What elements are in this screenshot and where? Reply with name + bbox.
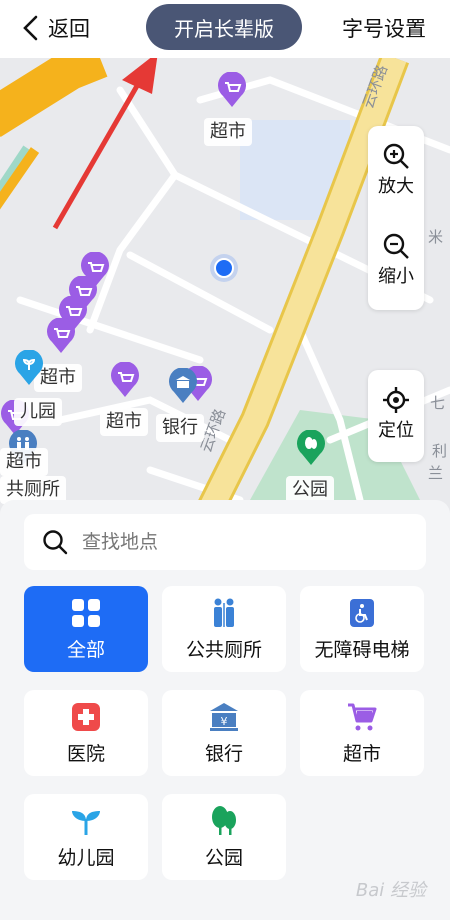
hospital-icon (72, 702, 100, 731)
bottom-panel: 全部 公共厕所 无障碍电梯 医院 ¥ 银行 超市 幼儿园 公 (0, 500, 450, 920)
category-label: 公园 (204, 846, 243, 869)
map-text-mi: 米 (428, 228, 444, 246)
park-pin-icon[interactable] (296, 430, 326, 466)
elder-mode-button[interactable]: 开启长辈版 (146, 4, 302, 50)
supermarket-pin-icon[interactable] (46, 318, 76, 354)
bank-icon: ¥ (210, 702, 238, 731)
supermarket-pin-icon[interactable] (217, 72, 247, 108)
map-view[interactable]: 云环路 云环路 米 利 兰 七 超市 超市 儿园 共厕所 超市 超市 银行 公园… (0, 0, 450, 520)
zoom-in-button[interactable]: 放大 (368, 142, 424, 198)
map-text-qi: 七 (430, 394, 446, 412)
category-park[interactable]: 公园 (162, 794, 286, 880)
back-button[interactable]: 返回 (22, 10, 90, 46)
map-text-li: 利 (432, 442, 448, 460)
category-all[interactable]: 全部 (24, 586, 148, 672)
search-bar[interactable] (24, 514, 426, 570)
map-label-supermarket-left-b[interactable]: 超市 (0, 448, 48, 476)
category-kindergarten[interactable]: 幼儿园 (24, 794, 148, 880)
locate-icon (383, 387, 409, 413)
category-supermarket[interactable]: 超市 (300, 690, 424, 776)
category-label: 全部 (66, 638, 105, 661)
category-accessible-elevator[interactable]: 无障碍电梯 (300, 586, 424, 672)
kindergarten-pin-icon[interactable] (14, 350, 44, 386)
locate-control: 定位 (368, 370, 424, 462)
locate-button[interactable]: 定位 (368, 386, 424, 442)
locate-label: 定位 (378, 420, 414, 441)
zoom-out-label: 缩小 (378, 266, 414, 287)
bank-pin-icon[interactable] (168, 368, 198, 404)
zoom-controls: 放大 缩小 (368, 126, 424, 310)
search-input[interactable] (82, 531, 402, 553)
category-hospital[interactable]: 医院 (24, 690, 148, 776)
toilet-icon (214, 598, 234, 627)
zoom-in-icon (383, 143, 409, 169)
tree-icon (212, 805, 236, 835)
map-text-lan: 兰 (428, 464, 444, 482)
search-icon (43, 530, 68, 555)
category-label: 幼儿园 (57, 846, 115, 869)
category-bank[interactable]: ¥ 银行 (162, 690, 286, 776)
zoom-in-label: 放大 (378, 176, 414, 197)
cart-icon (348, 703, 377, 730)
svg-text:¥: ¥ (221, 715, 228, 728)
zoom-out-icon (383, 233, 409, 259)
category-toilet[interactable]: 公共厕所 (162, 586, 286, 672)
map-label-kindergarten[interactable]: 儿园 (14, 398, 62, 426)
map-label-supermarket-center[interactable]: 超市 (100, 408, 148, 436)
category-label: 银行 (204, 742, 243, 765)
category-label: 公共厕所 (185, 638, 262, 661)
map-label-supermarket-top[interactable]: 超市 (204, 118, 252, 146)
watermark: Bai 经验 (355, 880, 426, 901)
zoom-out-button[interactable]: 缩小 (368, 232, 424, 288)
grid-icon (72, 598, 100, 627)
chevron-left-icon (23, 15, 38, 41)
font-size-settings-button[interactable]: 字号设置 (342, 10, 426, 46)
category-label: 超市 (342, 742, 381, 765)
category-label: 医院 (66, 742, 105, 765)
sprout-icon (72, 810, 100, 835)
category-label: 无障碍电梯 (314, 638, 410, 661)
top-bar: 返回 开启长辈版 字号设置 (0, 0, 450, 58)
back-label: 返回 (48, 17, 90, 41)
map-label-bank[interactable]: 银行 (156, 414, 204, 442)
supermarket-pin-icon[interactable] (110, 362, 140, 398)
accessible-elevator-icon (350, 598, 374, 627)
